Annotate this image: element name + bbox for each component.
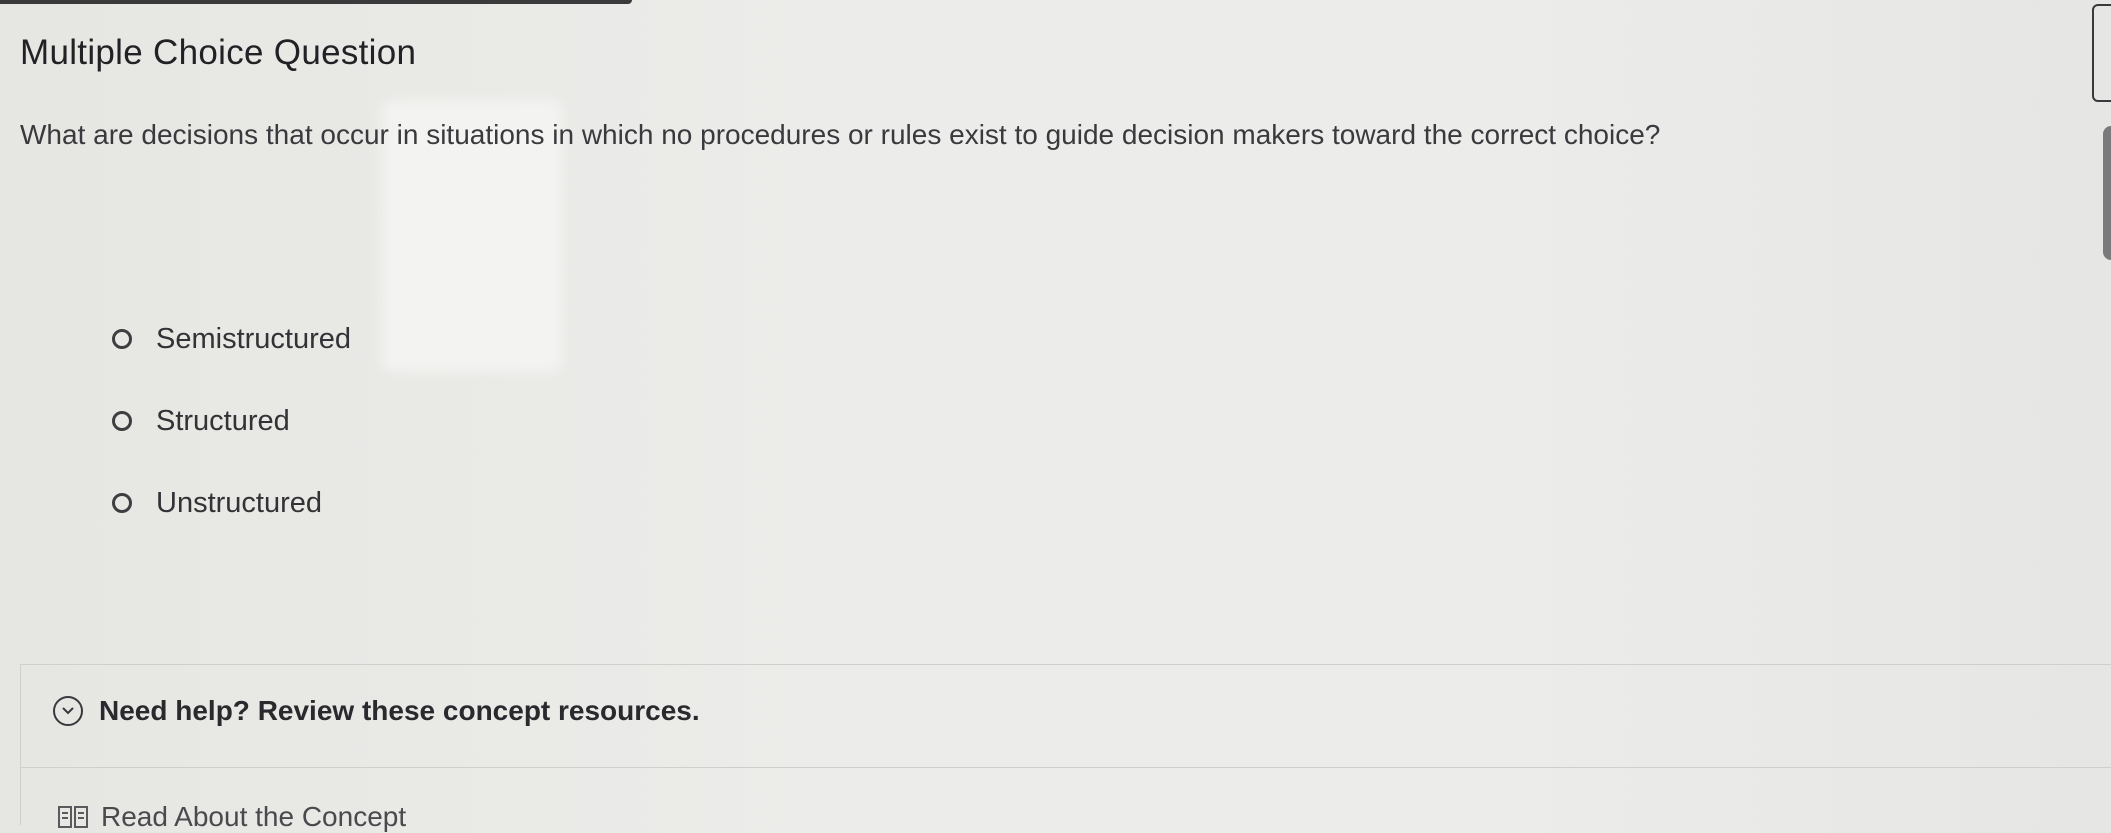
chevron-down-icon[interactable] — [53, 696, 83, 726]
option-unstructured[interactable]: Unstructured — [112, 482, 351, 524]
help-toggle-label: Need help? Review these concept resource… — [99, 695, 700, 726]
concept-resources-panel: Need help? Review these concept resource… — [20, 664, 2111, 832]
read-about-concept-label: Read About the Concept — [101, 801, 407, 832]
radio-button[interactable] — [112, 411, 132, 431]
side-panel-tab[interactable] — [2103, 126, 2111, 260]
question-type-heading: Multiple Choice Question — [20, 33, 417, 72]
top-bar — [0, 0, 632, 4]
help-toggle[interactable]: Need help? Review these concept resource… — [53, 695, 700, 727]
read-about-concept-link[interactable]: Read About the Concept — [57, 801, 406, 833]
divider — [21, 767, 2111, 768]
option-label: Semistructured — [156, 322, 352, 355]
option-label: Structured — [156, 404, 290, 437]
radio-button[interactable] — [112, 329, 132, 349]
option-semistructured[interactable]: Semistructured — [112, 318, 351, 360]
option-structured[interactable]: Structured — [112, 400, 351, 442]
answer-options: Semistructured Structured Unstructured — [112, 318, 351, 564]
question-prompt: What are decisions that occur in situati… — [20, 119, 1661, 150]
radio-button[interactable] — [112, 493, 132, 513]
option-label: Unstructured — [156, 486, 323, 519]
book-icon — [58, 806, 88, 828]
side-panel-frame — [2092, 4, 2111, 102]
